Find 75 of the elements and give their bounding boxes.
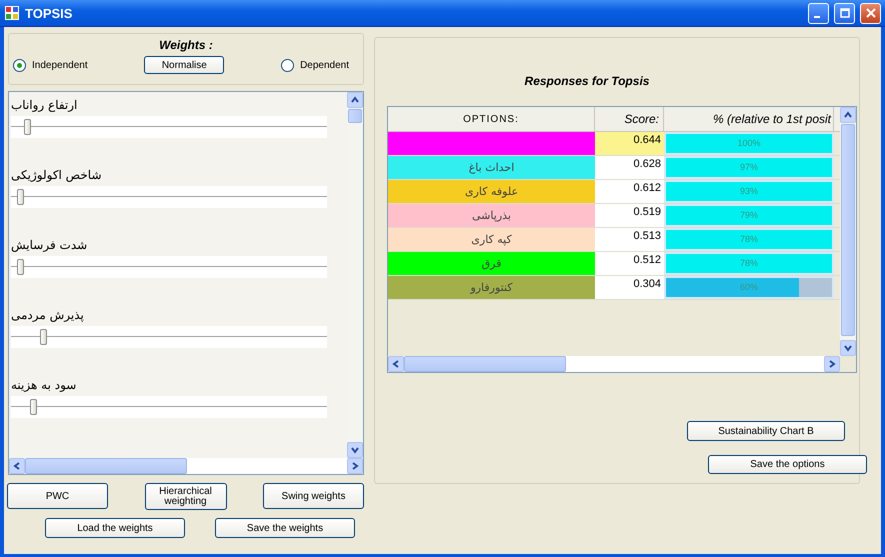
chevron-icon bbox=[844, 111, 852, 119]
responses-title: Responses for Topsis bbox=[524, 74, 650, 88]
scroll-left-button[interactable] bbox=[388, 356, 404, 372]
slider-label: سود به هزینه bbox=[11, 378, 76, 392]
scroll-right-button[interactable] bbox=[824, 356, 840, 372]
close-icon bbox=[866, 8, 876, 18]
option-cell[interactable]: علوفه کاری bbox=[388, 180, 595, 203]
slider-track[interactable] bbox=[11, 186, 327, 208]
sustainability-chart-button[interactable]: Sustainability Chart B bbox=[687, 421, 845, 441]
scroll-right-button[interactable] bbox=[347, 458, 363, 474]
chevron-icon bbox=[392, 360, 400, 368]
score-cell[interactable]: 0.644 bbox=[595, 132, 664, 155]
save-options-button[interactable]: Save the options bbox=[708, 455, 867, 474]
percent-bar: 78% bbox=[666, 230, 832, 249]
scrollbar-thumb[interactable] bbox=[348, 109, 362, 123]
column-header[interactable]: % (relative to 1st posit bbox=[664, 107, 834, 131]
score-cell[interactable]: 0.512 bbox=[595, 252, 664, 275]
scrollbar-thumb[interactable] bbox=[404, 356, 566, 372]
scroll-down-button[interactable] bbox=[347, 442, 363, 458]
slider-thumb[interactable] bbox=[30, 399, 38, 415]
slider-thumb[interactable] bbox=[40, 329, 47, 345]
scrollbar-thumb[interactable] bbox=[841, 124, 855, 336]
radio-option[interactable]: Dependent bbox=[281, 58, 349, 72]
save-weights-button[interactable]: Save the weights bbox=[215, 518, 355, 538]
minimize-icon bbox=[814, 16, 820, 18]
slider-track[interactable] bbox=[11, 116, 327, 138]
slider-label: ارتفاع رواناب bbox=[11, 98, 78, 112]
slider-track[interactable] bbox=[11, 256, 327, 278]
radio-option[interactable]: Independent bbox=[13, 58, 88, 72]
weights-title: Weights : bbox=[159, 38, 213, 52]
score-cell[interactable]: 0.513 bbox=[595, 228, 664, 251]
scrollbar-thumb[interactable] bbox=[25, 458, 187, 474]
percent-bar: 93% bbox=[666, 182, 832, 201]
app-icon bbox=[4, 5, 20, 21]
normalise-button[interactable]: Normalise bbox=[144, 56, 224, 74]
score-cell[interactable]: 0.628 bbox=[595, 156, 664, 179]
slider-track[interactable] bbox=[11, 326, 327, 348]
slider-label: شدت فرسایش bbox=[11, 238, 88, 252]
percent-bar: 79% bbox=[666, 206, 832, 225]
option-cell[interactable]: کپه کاری bbox=[388, 228, 595, 251]
option-cell[interactable]: قرق bbox=[388, 252, 595, 275]
minimize-button[interactable] bbox=[808, 2, 829, 24]
scroll-down-button[interactable] bbox=[840, 340, 856, 356]
option-cell[interactable]: بذرپاشی bbox=[388, 204, 595, 227]
percent-bar: 100% bbox=[666, 134, 832, 153]
maximize-icon bbox=[840, 8, 850, 18]
score-cell[interactable]: 0.519 bbox=[595, 204, 664, 227]
chevron-icon bbox=[351, 96, 359, 104]
close-button[interactable] bbox=[860, 2, 881, 24]
slider-label: شاخص اکولوژیکی bbox=[11, 168, 102, 182]
slider-thumb[interactable] bbox=[17, 189, 24, 205]
score-cell[interactable]: 0.612 bbox=[595, 180, 664, 203]
option-cell[interactable] bbox=[388, 132, 595, 155]
column-header[interactable]: OPTIONS: bbox=[388, 107, 595, 131]
pwc-button[interactable]: PWC bbox=[7, 483, 108, 509]
load-weights-button[interactable]: Load the weights bbox=[45, 518, 185, 538]
slider-thumb[interactable] bbox=[17, 259, 24, 275]
percent-bar: 60% bbox=[666, 278, 832, 297]
slider-thumb[interactable] bbox=[24, 119, 31, 135]
percent-bar: 97% bbox=[666, 158, 832, 177]
swing-weights-button[interactable]: Swing weights bbox=[263, 483, 364, 509]
percent-bar: 78% bbox=[666, 254, 832, 273]
score-cell[interactable]: 0.304 bbox=[595, 276, 664, 299]
slider-label: پذیرش مردمی bbox=[11, 308, 84, 322]
hierarchical-weighting-button[interactable]: Hierarchical weighting bbox=[144, 483, 226, 510]
slider-track[interactable] bbox=[11, 396, 327, 418]
window-title: TOPSIS bbox=[25, 6, 74, 20]
column-header[interactable]: Score: bbox=[595, 107, 664, 131]
option-cell[interactable]: احداث باغ bbox=[388, 156, 595, 179]
chevron-icon bbox=[13, 462, 21, 470]
maximize-button[interactable] bbox=[834, 2, 855, 24]
scroll-left-button[interactable] bbox=[9, 458, 25, 474]
scroll-up-button[interactable] bbox=[840, 107, 856, 123]
scroll-up-button[interactable] bbox=[347, 92, 363, 108]
option-cell[interactable]: کنتورفارو bbox=[388, 276, 595, 299]
